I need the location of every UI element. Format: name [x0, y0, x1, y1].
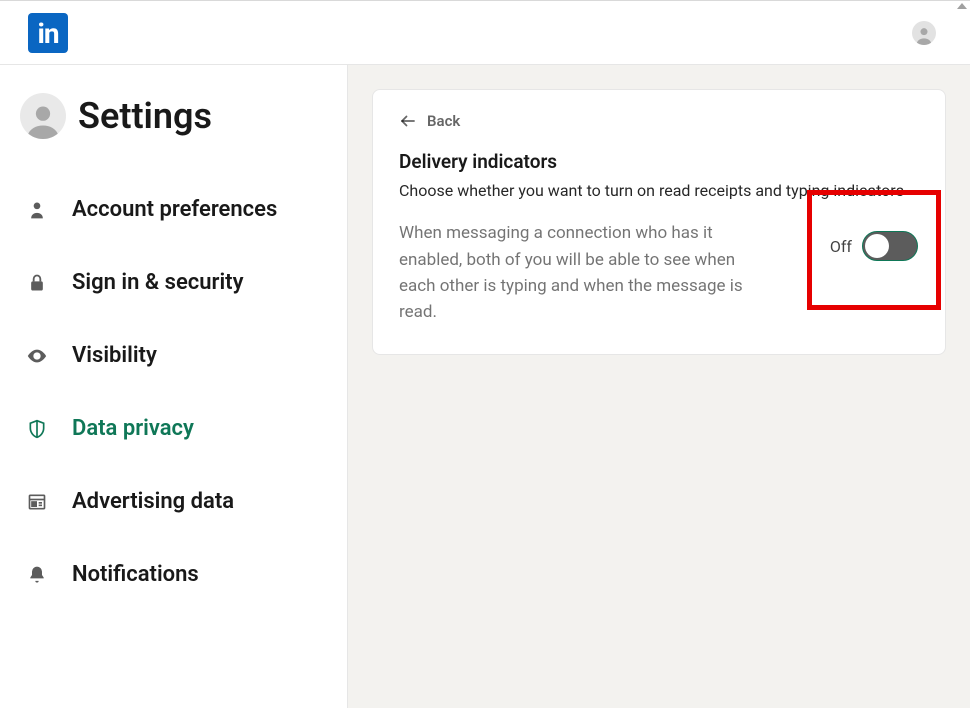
eye-icon [26, 345, 48, 367]
back-label: Back [427, 112, 460, 130]
sidebar-nav: Account preferences Sign in & security V… [0, 141, 347, 611]
top-bar: in [0, 0, 970, 65]
scroll-up-icon [957, 3, 967, 9]
main-content: Back Delivery indicators Choose whether … [348, 65, 970, 708]
person-icon [26, 199, 48, 221]
back-button[interactable]: Back [399, 112, 919, 130]
layout: Settings Account preferences Sign in & s… [0, 65, 970, 708]
sidebar-item-label: Notifications [72, 562, 199, 587]
person-icon [24, 101, 62, 139]
bell-icon [26, 564, 48, 586]
toggle-state-label: Off [830, 237, 852, 256]
card-title: Delivery indicators [399, 150, 919, 173]
settings-card: Back Delivery indicators Choose whether … [372, 89, 946, 355]
setting-description: When messaging a connection who has it e… [399, 220, 774, 325]
sidebar-item-label: Account preferences [72, 197, 277, 222]
page-title: Settings [78, 95, 212, 137]
sidebar-item-notifications[interactable]: Notifications [0, 538, 347, 611]
profile-avatar[interactable] [912, 21, 936, 45]
sidebar-item-label: Sign in & security [72, 270, 244, 295]
arrow-left-icon [399, 112, 417, 130]
sidebar-item-sign-in-security[interactable]: Sign in & security [0, 246, 347, 319]
settings-avatar[interactable] [20, 93, 66, 139]
setting-row: When messaging a connection who has it e… [399, 220, 919, 325]
sidebar-item-data-privacy[interactable]: Data privacy [0, 392, 347, 465]
delivery-indicators-toggle[interactable] [862, 231, 918, 261]
scrollbar[interactable] [954, 1, 970, 66]
lock-icon [26, 272, 48, 294]
linkedin-logo[interactable]: in [28, 13, 68, 53]
shield-icon [26, 418, 48, 440]
sidebar-item-label: Advertising data [72, 489, 234, 514]
sidebar-item-account-preferences[interactable]: Account preferences [0, 173, 347, 246]
toggle-highlight-box: Off [807, 190, 941, 310]
sidebar-item-label: Visibility [72, 343, 157, 368]
sidebar-item-label: Data privacy [72, 416, 194, 441]
sidebar-item-advertising-data[interactable]: Advertising data [0, 465, 347, 538]
toggle-knob [865, 234, 889, 258]
person-icon [914, 25, 934, 45]
newspaper-icon [26, 491, 48, 513]
sidebar-item-visibility[interactable]: Visibility [0, 319, 347, 392]
settings-header: Settings [0, 93, 347, 141]
sidebar: Settings Account preferences Sign in & s… [0, 65, 348, 708]
